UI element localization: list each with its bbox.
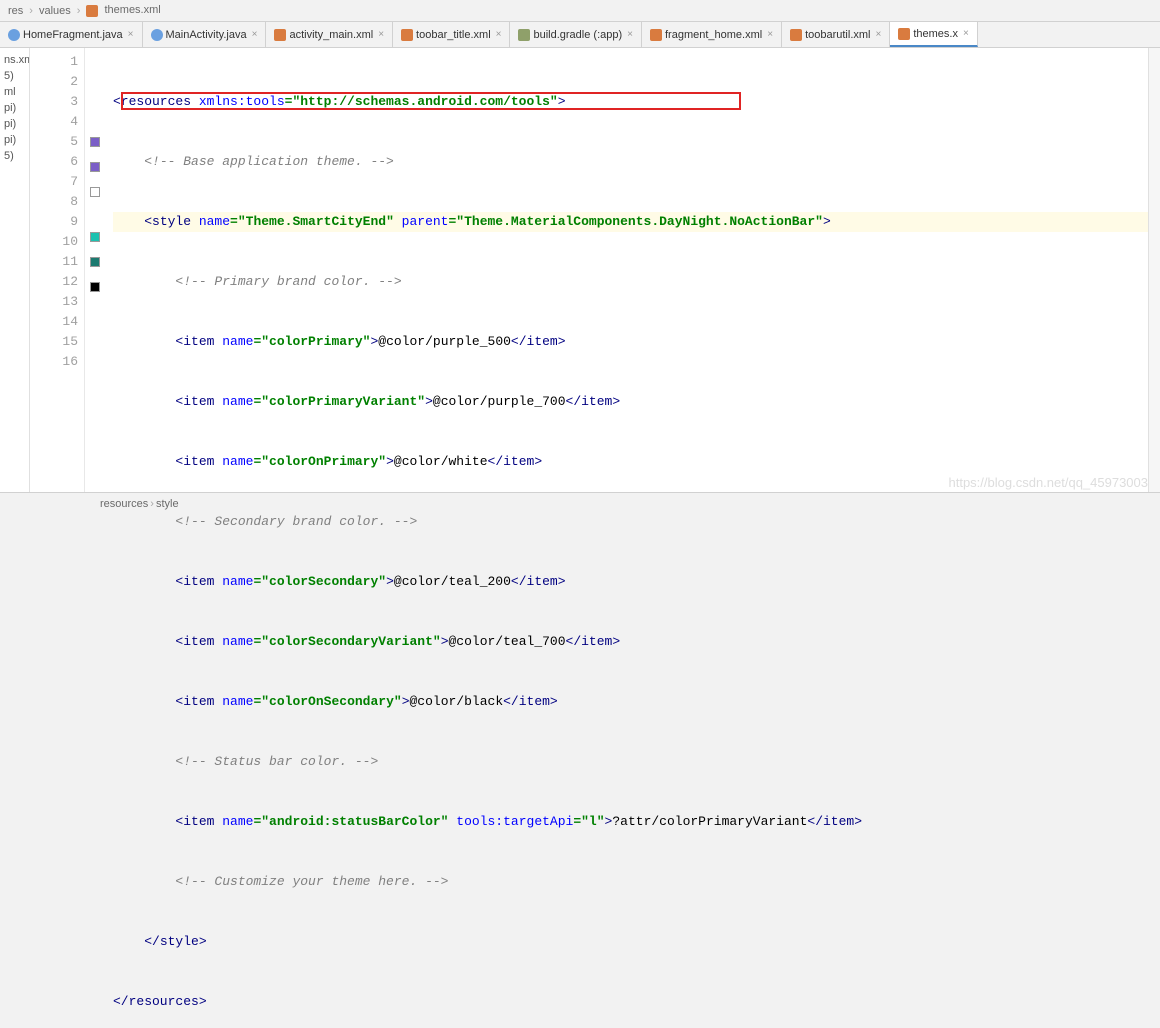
tab-label: build.gradle (:app) — [533, 29, 622, 41]
editor-tab[interactable]: toobarutil.xml × — [782, 22, 890, 47]
line-number: 1 — [30, 52, 78, 72]
tab-label: MainActivity.java — [166, 29, 247, 41]
breadcrumb-item[interactable]: values — [35, 5, 75, 17]
marker-gutter — [85, 48, 105, 492]
line-number: 13 — [30, 292, 78, 312]
code-area[interactable]: <resources xmlns:tools="http://schemas.a… — [105, 48, 1148, 492]
color-marker-icon[interactable] — [90, 162, 100, 172]
chevron-right-icon: › — [27, 5, 35, 17]
line-number: 16 — [30, 352, 78, 372]
sidebar-item[interactable]: 5) — [0, 148, 29, 164]
xml-file-icon — [898, 28, 910, 40]
line-number: 7 — [30, 172, 78, 192]
close-icon[interactable]: × — [627, 29, 633, 40]
editor-tab[interactable]: themes.x × — [890, 22, 977, 47]
tab-label: toobar_title.xml — [416, 29, 491, 41]
editor-tabs: HomeFragment.java×MainActivity.java×acti… — [0, 22, 1160, 48]
gradle-file-icon — [518, 29, 530, 41]
sidebar-item[interactable]: ml — [0, 84, 29, 100]
editor-tab[interactable]: activity_main.xml × — [266, 22, 393, 47]
close-icon[interactable]: × — [128, 29, 134, 40]
line-number: 14 — [30, 312, 78, 332]
tab-label: fragment_home.xml — [665, 29, 762, 41]
close-icon[interactable]: × — [378, 29, 384, 40]
sidebar-item[interactable]: 5) — [0, 68, 29, 84]
color-marker-icon[interactable] — [90, 187, 100, 197]
xml-file-icon — [790, 29, 802, 41]
chevron-right-icon: › — [75, 5, 83, 17]
editor-tab[interactable]: build.gradle (:app) × — [510, 22, 642, 47]
breadcrumb-label: themes.xml — [104, 4, 160, 16]
xml-file-icon — [401, 29, 413, 41]
xml-file-icon — [274, 29, 286, 41]
color-marker-icon[interactable] — [90, 257, 100, 267]
breadcrumb-item[interactable]: res — [4, 5, 27, 17]
java-file-icon — [8, 29, 20, 41]
sidebar-item[interactable]: pi) — [0, 116, 29, 132]
line-number: 11 — [30, 252, 78, 272]
java-file-icon — [151, 29, 163, 41]
line-number: 12 — [30, 272, 78, 292]
line-number: 9 — [30, 212, 78, 232]
close-icon[interactable]: × — [767, 29, 773, 40]
xml-file-icon — [650, 29, 662, 41]
tab-label: toobarutil.xml — [805, 29, 870, 41]
editor-tab[interactable]: HomeFragment.java × — [0, 22, 143, 47]
line-number: 15 — [30, 332, 78, 352]
line-number: 8 — [30, 192, 78, 212]
breadcrumb: res › values › themes.xml — [0, 0, 1160, 22]
line-number: 2 — [30, 72, 78, 92]
sidebar-item[interactable]: ns.xm — [0, 52, 29, 68]
editor-tab[interactable]: fragment_home.xml × — [642, 22, 782, 47]
xml-file-icon — [86, 5, 98, 17]
close-icon[interactable]: × — [252, 29, 258, 40]
sidebar-item[interactable]: pi) — [0, 100, 29, 116]
line-number: 3 — [30, 92, 78, 112]
scrollbar-strip[interactable] — [1148, 48, 1160, 492]
close-icon[interactable]: × — [496, 29, 502, 40]
tab-label: activity_main.xml — [289, 29, 373, 41]
sidebar-item[interactable]: pi) — [0, 132, 29, 148]
editor: 12345678910111213141516 <resources xmlns… — [30, 48, 1160, 492]
color-marker-icon[interactable] — [90, 232, 100, 242]
project-sidebar[interactable]: ns.xm5)mlpi)pi)pi)5) — [0, 48, 30, 492]
line-number: 5 — [30, 132, 78, 152]
breadcrumb-item[interactable]: themes.xml — [82, 4, 164, 16]
line-number: 6 — [30, 152, 78, 172]
tab-label: themes.x — [913, 28, 958, 40]
line-number: 10 — [30, 232, 78, 252]
color-marker-icon[interactable] — [90, 137, 100, 147]
line-number: 4 — [30, 112, 78, 132]
close-icon[interactable]: × — [875, 29, 881, 40]
close-icon[interactable]: × — [963, 28, 969, 39]
line-number-gutter: 12345678910111213141516 — [30, 48, 85, 492]
color-marker-icon[interactable] — [90, 282, 100, 292]
tab-label: HomeFragment.java — [23, 29, 123, 41]
editor-tab[interactable]: MainActivity.java × — [143, 22, 267, 47]
editor-tab[interactable]: toobar_title.xml × — [393, 22, 510, 47]
